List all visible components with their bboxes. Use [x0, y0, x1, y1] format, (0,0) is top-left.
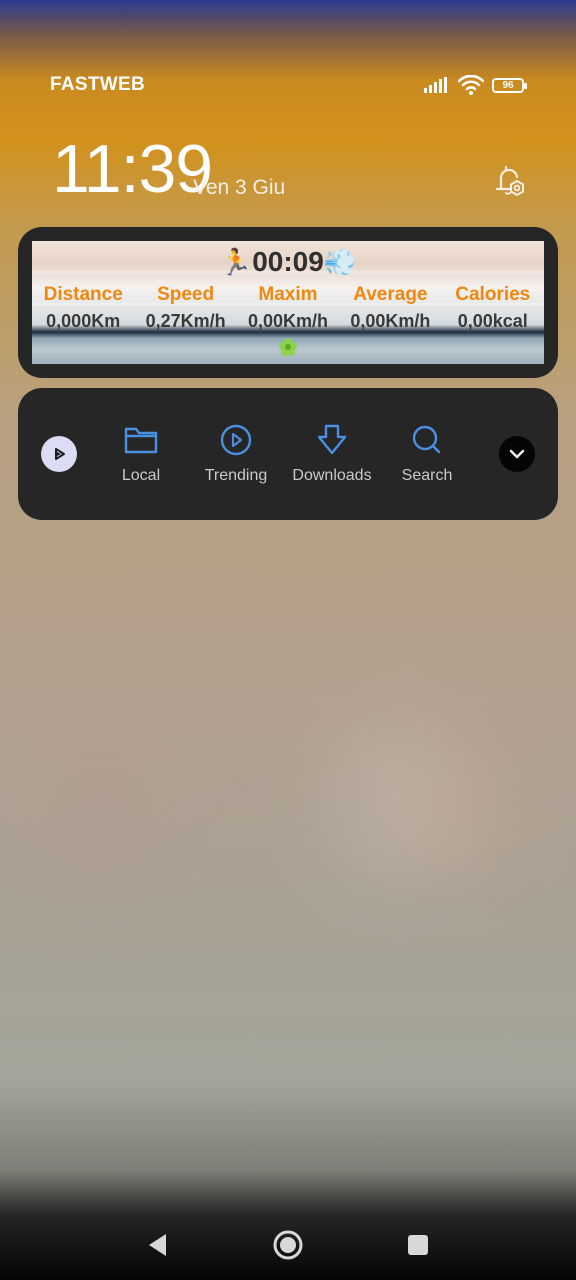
battery-icon: 96 — [492, 77, 527, 93]
player-widget: Local Trending Downloads Search — [18, 388, 558, 520]
stat-label: Calories — [455, 284, 531, 305]
stat-value: 0,27Km/h — [145, 311, 226, 331]
carrier-name: FASTWEB — [50, 74, 145, 95]
stat-speed: Speed 0,27Km/h — [134, 283, 236, 335]
status-icons: 96 — [424, 74, 527, 96]
workout-timer: 00:09 — [252, 246, 324, 277]
fitness-widget-panel: 🏃00:09💨 Distance 0,000Km Speed 0,27Km/h … — [32, 241, 544, 364]
stat-maxim: Maxim 0,00Km/h — [237, 283, 339, 335]
wind-icon: 💨 — [323, 247, 357, 277]
search-button[interactable]: Search — [379, 424, 475, 494]
downloads-button[interactable]: Downloads — [284, 424, 380, 494]
stat-label: Distance — [43, 284, 123, 305]
stat-label: Speed — [157, 284, 215, 305]
stat-label: Average — [353, 284, 428, 305]
stat-value: 0,00Km/h — [350, 311, 431, 331]
stat-value: 0,00Km/h — [247, 311, 328, 331]
stat-value: 0,00kcal — [457, 311, 528, 331]
local-button[interactable]: Local — [93, 424, 189, 494]
downloads-label: Downloads — [292, 467, 372, 484]
system-nav-bar — [0, 1212, 576, 1280]
wifi-icon — [458, 75, 484, 95]
search-label: Search — [401, 467, 453, 484]
stat-distance: Distance 0,000Km — [32, 283, 134, 335]
stat-label: Maxim — [258, 284, 318, 305]
alarm-settings-icon[interactable] — [490, 164, 528, 202]
expand-button[interactable] — [499, 436, 535, 472]
stat-value: 0,000Km — [46, 311, 121, 331]
fitness-widget[interactable]: 🏃00:09💨 Distance 0,000Km Speed 0,27Km/h … — [18, 227, 558, 378]
stat-calories: Calories 0,00kcal — [442, 283, 544, 335]
stat-average: Average 0,00Km/h — [339, 283, 441, 335]
wallpaper-blob — [20, 760, 180, 880]
battery-level: 96 — [502, 79, 514, 91]
chevron-down-icon — [509, 449, 525, 459]
trending-label: Trending — [204, 467, 268, 484]
folder-icon — [124, 427, 158, 454]
back-icon[interactable] — [146, 1232, 168, 1258]
lock-date: Ven 3 Giu — [193, 176, 286, 199]
signal-icon — [424, 77, 447, 93]
workout-timer-row: 🏃00:09💨 — [32, 243, 544, 281]
play-logo-icon[interactable] — [41, 436, 77, 472]
flower-icon — [279, 338, 297, 356]
wallpaper-blob — [400, 760, 510, 880]
recents-icon[interactable] — [407, 1234, 429, 1256]
play-circle-icon — [220, 424, 252, 456]
local-label: Local — [121, 467, 161, 484]
workout-stats: Distance 0,000Km Speed 0,27Km/h Maxim 0,… — [32, 283, 544, 335]
search-icon — [412, 425, 441, 454]
trending-button[interactable]: Trending — [188, 424, 284, 494]
lock-clock: 11:39 — [52, 131, 213, 207]
home-icon[interactable] — [272, 1229, 304, 1261]
runner-icon: 🏃 — [219, 247, 253, 277]
download-arrow-icon — [317, 424, 347, 455]
